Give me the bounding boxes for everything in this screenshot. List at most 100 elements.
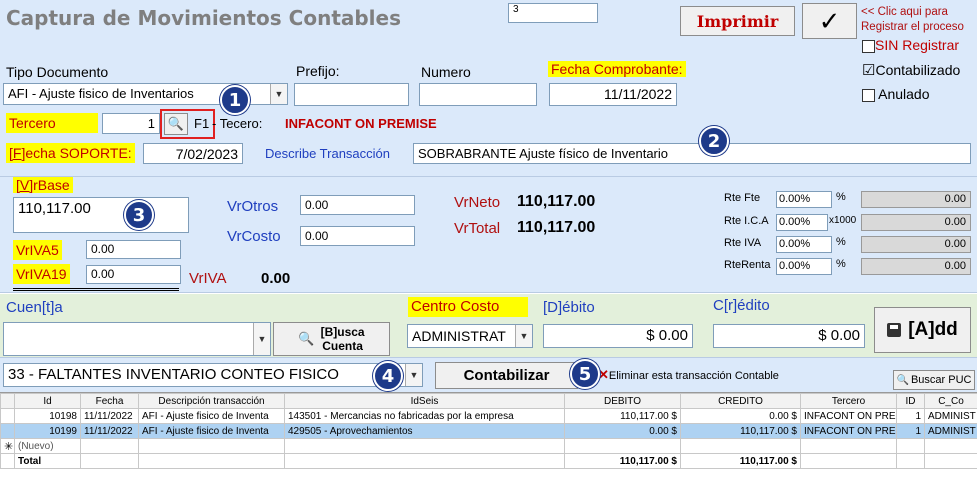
vrneto-value: 110,117.00 [517,193,596,210]
tercero-name: INFACONT ON PREMISE [285,116,437,131]
rte-iva-pct[interactable]: 0.00% [776,236,832,253]
chevron-down-icon[interactable]: ▼ [253,323,270,355]
fecha-comprobante-label: Fecha Comprobante: [548,61,686,77]
prefijo-label: Prefijo: [296,63,340,79]
confirm-button[interactable]: ✓ [802,3,857,39]
buscar-puc-button[interactable]: 🔍 Buscar PUC [893,370,975,390]
search-tercero-button[interactable]: 🔍 [164,113,188,135]
rte-iva-value: 0.00 [861,236,971,253]
vriva19-label: VrIVA19 [13,264,70,284]
vriva-value: 0.00 [261,270,291,287]
credito-input[interactable]: $ 0.00 [713,324,865,348]
rte-ica-pct[interactable]: 0.00% [776,214,828,231]
vrneto-label: VrNeto [454,194,501,211]
table-row[interactable]: 10198 11/11/2022 AFI - Ajuste fisico de … [0,408,977,424]
vrotros-input[interactable]: 0.00 [300,195,415,215]
counter-field[interactable]: 3 [508,3,598,23]
debito-input[interactable]: $ 0.00 [543,324,693,348]
vrcosto-input[interactable]: 0.00 [300,226,415,246]
print-button[interactable]: Imprimir [680,6,795,36]
step-badge-1: 1 [220,85,250,115]
contabilizado-checkbox[interactable]: ☑ [862,62,875,79]
eliminar-transaccion-button[interactable]: ✕Eliminar esta transacción Contable [598,367,779,383]
prefijo-input[interactable] [294,83,409,106]
rte-fte-value: 0.00 [861,191,971,208]
page-title: Captura de Movimientos Contables [6,6,402,30]
vriva19-input[interactable]: 0.00 [86,265,181,284]
confirm-hint: << Clic aqui para Registrar el proceso [861,6,964,33]
anulado-checkbox[interactable] [862,88,875,102]
rte-ica-row: Rte I.C.A 0.00% x1000 0.00 [724,212,974,232]
numero-label: Numero [421,64,471,80]
sin-registrar-checkbox[interactable] [862,39,875,53]
retenciones-block: Rte Fte 0.00% % 0.00 Rte I.C.A 0.00% x10… [724,190,974,280]
movimientos-grid: Id Fecha Descripción transacción IdSeis … [0,392,977,477]
table-row[interactable]: 10199 11/11/2022 AFI - Ajuste fisico de … [0,423,977,439]
column-header[interactable]: Id [14,393,81,409]
column-header[interactable]: ID [896,393,925,409]
column-header[interactable]: DEBITO [564,393,681,409]
fecha-comprobante-input[interactable]: 11/11/2022 [549,83,677,106]
plantilla-combo[interactable]: 33 - FALTANTES INVENTARIO CONTEO FISICO … [3,363,423,387]
rte-ica-value: 0.00 [861,214,971,231]
numero-input[interactable] [419,83,537,106]
chevron-down-icon[interactable]: ▼ [270,84,287,104]
column-header[interactable]: IdSeis [284,393,565,409]
new-row[interactable]: ✳ (Nuevo) [0,438,977,454]
column-header[interactable]: CREDITO [680,393,801,409]
floppy-disk-icon [887,323,902,337]
cuenta-label: Cuen[t]a [6,299,63,316]
vrbase-label: [V]rBase [13,177,73,193]
anulado-flag[interactable]: Anulado [862,86,930,102]
column-header[interactable]: Descripción transacción [138,393,285,409]
new-row-icon: ✳ [0,438,15,454]
centro-costo-combo[interactable]: ADMINISTRAT ▼ [407,324,533,348]
column-header[interactable]: C_Co [924,393,977,409]
chevron-down-icon[interactable]: ▼ [515,325,532,347]
table-header: Id Fecha Descripción transacción IdSeis … [0,393,977,409]
debito-label: [D]ébito [543,299,595,316]
movimientos-table: Id Fecha Descripción transacción IdSeis … [0,393,977,469]
vriva-label: VrIVA [189,270,227,287]
column-header[interactable]: Tercero [800,393,897,409]
tercero-input[interactable]: 1 [102,113,160,134]
vriva5-input[interactable]: 0.00 [86,240,181,259]
tercero-label: Tercero [6,113,98,133]
vrbase-input[interactable]: 110,117.00 [13,197,189,233]
cuenta-combo[interactable]: ▼ [3,322,271,356]
rte-renta-pct[interactable]: 0.00% [776,258,832,275]
column-header[interactable]: Fecha [80,393,139,409]
rte-fte-pct[interactable]: 0.00% [776,191,832,208]
rte-iva-row: Rte IVA 0.00% % 0.00 [724,235,974,255]
credito-label: C[r]édito [713,297,770,314]
step-badge-3: 3 [124,200,154,230]
f1-hint: F1 [194,116,210,131]
describe-transaccion-label: Describe Transacción [265,146,390,161]
magnifier-icon: 🔍 [896,374,909,386]
step-badge-4: 4 [373,361,403,391]
rte-renta-value: 0.00 [861,258,971,275]
contabilizado-flag[interactable]: ☑Contabilizado [862,61,960,79]
step-badge-5: 5 [570,359,600,389]
vriva5-label: VrIVA5 [13,240,62,260]
sin-registrar-flag[interactable]: SIN Registrar [862,37,959,53]
contabilizar-button[interactable]: Contabilizar [435,362,578,389]
add-button[interactable]: [A]dd [874,307,971,353]
step-badge-2: 2 [699,126,729,156]
totals-row: Total 110,117.00 $ 110,117.00 $ [0,453,977,469]
tipo-documento-label: Tipo Documento [6,64,109,80]
fecha-soporte-input[interactable]: 7/02/2023 [143,143,243,164]
tecero-label: - Tecero: [212,116,263,131]
divider [13,288,179,291]
checkmark-icon: ✓ [818,5,841,36]
fecha-soporte-label: [F]echa SOPORTE: [6,143,135,163]
chevron-down-icon[interactable]: ▼ [405,364,422,386]
centro-costo-label: Centro Costo [408,297,528,317]
magnifier-icon: 🔍 [298,331,315,346]
magnifier-icon: 🔍 [167,116,185,131]
rte-renta-row: RteRenta 0.00% % 0.00 [724,257,974,277]
vrotros-label: VrOtros [227,198,279,215]
busca-cuenta-button[interactable]: 🔍 [B]usca Cuenta [273,322,390,356]
describe-transaccion-input[interactable]: SOBRABRANTE Ajuste físico de Inventario [413,143,971,164]
vrcosto-label: VrCosto [227,228,281,245]
